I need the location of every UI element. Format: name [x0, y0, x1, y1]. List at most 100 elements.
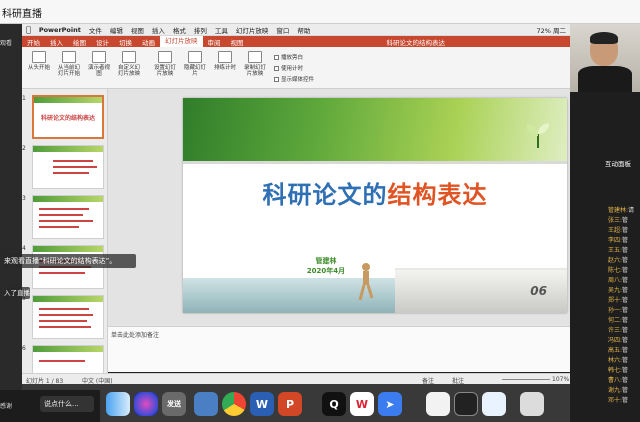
- play-from-current-button[interactable]: 从当前幻灯片开始: [56, 51, 82, 85]
- thumbnail-line: [53, 172, 89, 174]
- menu-tools[interactable]: 工具: [215, 25, 228, 35]
- rehearse-button[interactable]: 排练计时: [212, 51, 238, 85]
- menu-help[interactable]: 帮助: [297, 25, 310, 35]
- media-controls-label: 显示媒体控件: [281, 77, 315, 83]
- outer-window-titlebar: 科研直播: [0, 0, 640, 24]
- tab-home[interactable]: 开始: [22, 37, 45, 47]
- chat-text: 管: [622, 317, 629, 324]
- current-slide[interactable]: 科研论文的结构表达 管建林 2020年4月 06: [183, 98, 567, 313]
- chat-author: 王超:: [608, 227, 623, 234]
- custom-show-button[interactable]: 自定义幻灯片放映: [116, 51, 142, 85]
- document-icon[interactable]: [426, 392, 450, 416]
- record-icon: [248, 51, 262, 63]
- feishu-icon[interactable]: ➤: [378, 392, 402, 416]
- chat-author: 韩七:: [608, 367, 623, 374]
- qq-icon[interactable]: Q: [322, 392, 346, 416]
- chat-message: 张三:管: [608, 216, 640, 226]
- slide-top-band: [183, 98, 567, 162]
- menu-edit[interactable]: 编辑: [110, 25, 123, 35]
- thumbnail-band: [33, 246, 103, 252]
- chat-text: 请: [628, 207, 635, 214]
- tab-animations[interactable]: 动画: [137, 37, 160, 47]
- zoom-level[interactable]: 107%: [552, 376, 569, 383]
- thumbnail-number: 1: [22, 95, 26, 102]
- checkbox-box: [274, 77, 279, 82]
- checkbox-box: [274, 66, 279, 71]
- slide-title-part1: 科研论文的: [262, 181, 388, 209]
- menu-slideshow[interactable]: 幻灯片放映: [236, 25, 269, 35]
- tab-insert[interactable]: 插入: [45, 37, 68, 47]
- zoom-slider[interactable]: [502, 379, 550, 380]
- wps-icon[interactable]: W: [350, 392, 374, 416]
- chat-message: 邓十:管: [608, 396, 640, 406]
- narration-checkbox[interactable]: 播放旁白: [274, 53, 303, 61]
- siri-icon[interactable]: [134, 392, 158, 416]
- chat-text: 管: [622, 227, 629, 234]
- tab-transitions[interactable]: 切换: [114, 37, 137, 47]
- chat-text: 管: [622, 257, 629, 264]
- media-controls-checkbox[interactable]: 显示媒体控件: [274, 75, 314, 83]
- finder-icon[interactable]: [106, 392, 130, 416]
- chat-author: 高五:: [608, 347, 623, 354]
- menu-format[interactable]: 格式: [173, 25, 186, 35]
- chrome-icon[interactable]: [222, 392, 246, 416]
- menu-arrange[interactable]: 排列: [194, 25, 207, 35]
- downloads-icon[interactable]: [482, 392, 506, 416]
- apple-icon[interactable]: : [26, 25, 31, 34]
- chat-author: 林六:: [608, 357, 623, 364]
- presenter-shirt: [578, 66, 632, 92]
- chat-text: 管: [622, 387, 629, 394]
- tab-view[interactable]: 视图: [226, 37, 249, 47]
- thumbnail-number: 6: [22, 345, 26, 352]
- menu-insert[interactable]: 插入: [152, 25, 165, 35]
- trash-icon[interactable]: [520, 392, 544, 416]
- thumbnail-line: [39, 314, 93, 316]
- setup-show-button[interactable]: 设置幻灯片放映: [152, 51, 178, 85]
- send-icon[interactable]: 发送: [162, 392, 186, 416]
- slideshow-icon: [32, 51, 46, 63]
- chat-message: 陈七:管: [608, 266, 640, 276]
- chat-author: 吴九:: [608, 287, 623, 294]
- chat-text: 管: [622, 397, 629, 404]
- live-join-notice: 来观看直播“科研论文的结构表达”。: [4, 254, 136, 268]
- thumbnail-line: [39, 220, 93, 222]
- notes-pane[interactable]: 单击此处添加备注: [108, 326, 570, 372]
- menu-view[interactable]: 视图: [131, 25, 144, 35]
- menu-window[interactable]: 窗口: [276, 25, 289, 35]
- chat-message: 林六:管: [608, 356, 640, 366]
- tab-design[interactable]: 设计: [91, 37, 114, 47]
- thumbnail-line: [39, 326, 91, 328]
- chat-author: 曹八:: [608, 377, 623, 384]
- record-show-button[interactable]: 录制幻灯片放映: [242, 51, 268, 85]
- powerpoint-icon[interactable]: P: [278, 392, 302, 416]
- presenter-view-button[interactable]: 演示者视图: [86, 51, 112, 85]
- chat-author: 赵六:: [608, 257, 623, 264]
- tab-review[interactable]: 审阅: [203, 37, 226, 47]
- preview-icon[interactable]: [194, 392, 218, 416]
- comment-input[interactable]: 说点什么...: [40, 396, 94, 412]
- tab-slideshow[interactable]: 幻灯片放映: [160, 36, 203, 47]
- word-icon[interactable]: W: [250, 392, 274, 416]
- chat-list[interactable]: 管建林:请 张三:管 王超:管 李四:管 王五:管 赵六:管 陈七:管 周八:管 吴九:管 郑十:…: [608, 206, 640, 416]
- image-icon[interactable]: [454, 392, 478, 416]
- chat-message: 何二:管: [608, 316, 640, 326]
- thumbnail-band: [33, 146, 103, 152]
- tab-draw[interactable]: 绘图: [68, 37, 91, 47]
- checkbox-box: [274, 55, 279, 60]
- thumbnail-slide: [32, 195, 104, 239]
- wooden-figure-icon: [358, 263, 374, 301]
- menu-file[interactable]: 文件: [89, 25, 102, 35]
- thumbnail-band: [33, 296, 103, 302]
- menu-powerpoint[interactable]: PowerPoint: [39, 26, 81, 34]
- hide-slide-button[interactable]: 隐藏幻灯片: [182, 51, 208, 85]
- narration-label: 播放旁白: [281, 55, 304, 61]
- custom-show-label: 自定义幻灯片放映: [117, 65, 140, 77]
- thumbnail-line: [53, 160, 93, 162]
- book-number: 06: [530, 284, 547, 298]
- thumbnail-line: [39, 208, 89, 210]
- presenter-icon: [92, 51, 106, 63]
- chat-author: 谢九:: [608, 387, 623, 394]
- play-from-current-label: 从当前幻灯片开始: [57, 65, 80, 77]
- use-timing-checkbox[interactable]: 使用计时: [274, 64, 303, 72]
- play-from-start-button[interactable]: 从头开始: [26, 51, 52, 85]
